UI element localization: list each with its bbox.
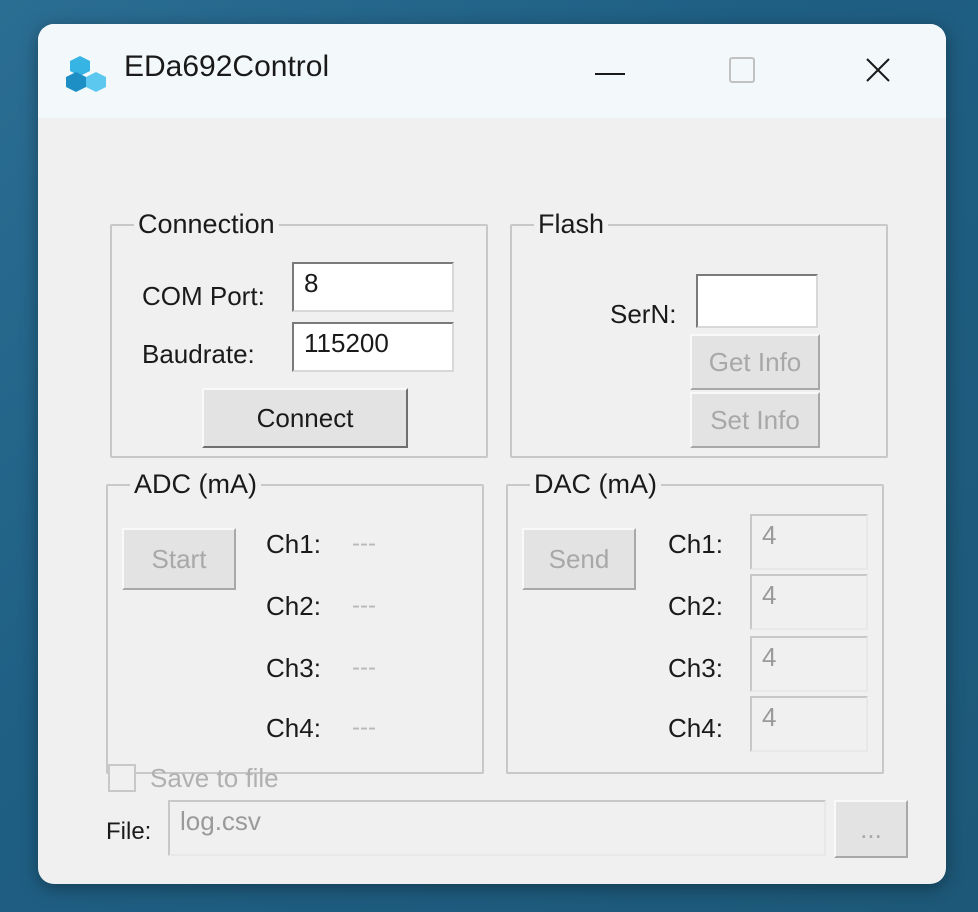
dac-group: DAC (mA) Send Ch1: 4 Ch2: 4 Ch3: 4 Ch4: … [506, 468, 884, 774]
dac-ch4-input[interactable]: 4 [750, 696, 868, 752]
adc-ch1-label: Ch1: [266, 529, 321, 559]
adc-ch4-label: Ch4: [266, 713, 321, 743]
minimize-button[interactable] [578, 44, 642, 100]
file-label: File: [106, 818, 152, 845]
set-info-button[interactable]: Set Info [690, 392, 820, 448]
adc-ch4-value: --- [352, 714, 376, 741]
browse-button[interactable]: ... [834, 800, 908, 858]
com-port-input[interactable]: 8 [292, 262, 454, 312]
dac-ch1-input[interactable]: 4 [750, 514, 868, 570]
adc-legend: ADC (mA) [130, 468, 261, 500]
adc-ch2-label: Ch2: [266, 591, 321, 621]
maximize-button[interactable] [710, 44, 774, 100]
cube-cluster-icon [66, 54, 110, 94]
adc-ch1-value: --- [352, 530, 376, 557]
title-bar[interactable]: EDa692Control [38, 24, 946, 118]
adc-ch3-value: --- [352, 654, 376, 681]
dac-ch2-input[interactable]: 4 [750, 574, 868, 630]
dac-ch4-label: Ch4: [668, 713, 723, 743]
adc-group: ADC (mA) Start Ch1: --- Ch2: --- Ch3: --… [106, 468, 484, 774]
com-port-label: COM Port: [142, 281, 265, 311]
dac-ch1-label: Ch1: [668, 529, 723, 559]
file-path-input[interactable]: log.csv [168, 800, 826, 856]
dac-legend: DAC (mA) [530, 468, 661, 500]
baudrate-input[interactable]: 115200 [292, 322, 454, 372]
connection-group: Connection COM Port: 8 Baudrate: 115200 … [110, 208, 488, 458]
window-title: EDa692Control [124, 50, 330, 83]
maximize-icon [729, 56, 755, 88]
dac-ch3-input[interactable]: 4 [750, 636, 868, 692]
adc-ch3-label: Ch3: [266, 653, 321, 683]
start-button[interactable]: Start [122, 528, 236, 590]
minimize-icon [595, 63, 625, 81]
adc-ch2-value: --- [352, 592, 376, 619]
connect-button[interactable]: Connect [202, 388, 408, 448]
close-button[interactable] [846, 44, 910, 100]
flash-group: Flash SerN: Get Info Set Info [510, 208, 888, 458]
save-to-file-label: Save to file [150, 763, 279, 793]
send-button[interactable]: Send [522, 528, 636, 590]
dac-ch3-label: Ch3: [668, 653, 723, 683]
save-to-file-checkbox[interactable] [108, 764, 136, 792]
baudrate-label: Baudrate: [142, 339, 255, 369]
get-info-button[interactable]: Get Info [690, 334, 820, 390]
connection-legend: Connection [134, 208, 279, 240]
app-window: EDa692Control Connection COM Port: 8 Bau… [38, 24, 946, 884]
close-icon [865, 57, 891, 88]
sern-input[interactable] [696, 274, 818, 328]
sern-label: SerN: [610, 299, 677, 329]
flash-legend: Flash [534, 208, 609, 240]
dac-ch2-label: Ch2: [668, 591, 723, 621]
